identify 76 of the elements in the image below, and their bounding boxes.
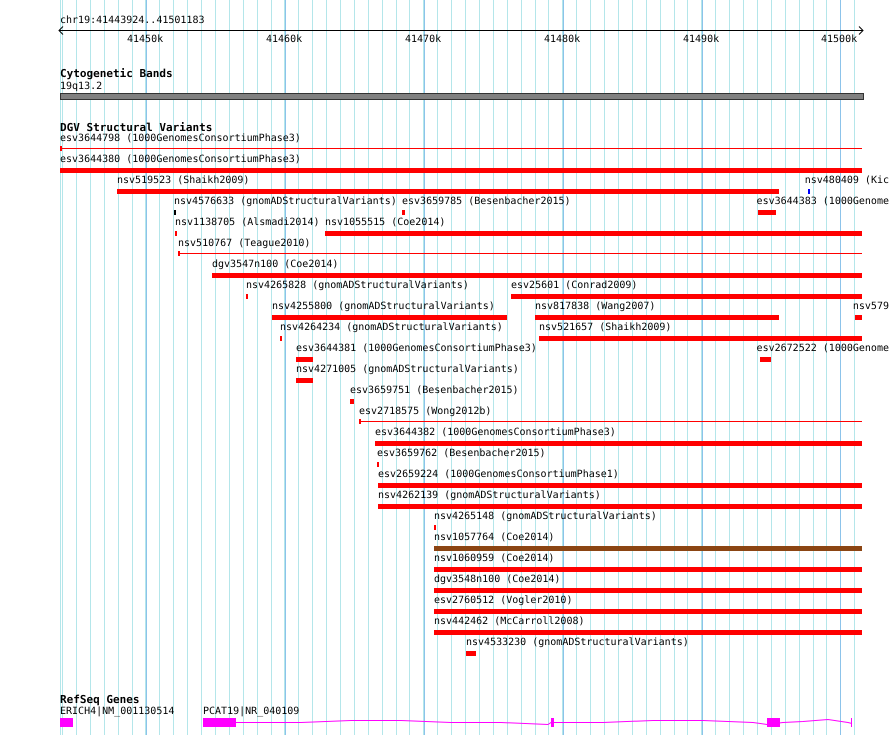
variant-label: nsv519523 (Shaikh2009) (117, 175, 250, 187)
variant-label: nsv4264234 (gnomADStructuralVariants) (280, 322, 503, 334)
variant-label: dgv3547n100 (Coe2014) (212, 259, 338, 271)
variant-bar[interactable] (402, 210, 405, 215)
variant-line[interactable] (359, 419, 862, 424)
variant-bar[interactable] (375, 441, 862, 446)
band-label: 19q13.2 (60, 81, 102, 93)
variant-label: nsv480409 (Kic (804, 175, 890, 187)
gene-label: PCAT19|NR_040109 (203, 706, 300, 718)
variant-bar[interactable] (855, 315, 862, 320)
variant-label: esv2718575 (Wong2012b) (359, 406, 492, 418)
variant-label: esv3644383 (1000Genome (756, 196, 889, 208)
ruler-tick-label: 41460k (266, 34, 302, 46)
track-title: Cytogenetic Bands (60, 68, 173, 80)
variant-bar[interactable] (511, 294, 862, 299)
variant-bar[interactable] (758, 210, 776, 215)
variant-bar[interactable] (434, 546, 862, 551)
variant-label: nsv1055515 (Coe2014) (325, 217, 446, 229)
variant-label: esv2760512 (Vogler2010) (434, 595, 572, 607)
variant-label: nsv4265148 (gnomADStructuralVariants) (434, 511, 657, 523)
variant-label: nsv817838 (Wang2007) (535, 301, 656, 313)
variant-label: nsv510767 (Teague2010) (178, 238, 310, 250)
track-title: RefSeq Genes (60, 694, 140, 706)
variant-bar[interactable] (350, 399, 354, 404)
location-label: chr19:41443924..41501183 (60, 15, 204, 27)
variant-bar[interactable] (272, 315, 507, 320)
ruler-tick-label: 41480k (544, 34, 580, 46)
gene-exon[interactable] (60, 718, 73, 727)
variant-label: esv3644382 (1000GenomesConsortiumPhase3) (375, 427, 616, 439)
variant-label: esv3659785 (Besenbacher2015) (402, 196, 571, 208)
ruler-tick-label: 41450k (127, 34, 164, 46)
variant-bar[interactable] (60, 168, 862, 173)
variant-label: esv25601 (Conrad2009) (511, 280, 638, 292)
variant-line[interactable] (178, 251, 862, 256)
variant-bar[interactable] (212, 273, 862, 278)
track-title: DGV Structural Variants (60, 122, 212, 134)
variant-bar[interactable] (466, 651, 476, 656)
variant-label: esv2659224 (1000GenomesConsortiumPhase1) (378, 469, 619, 481)
variant-label: nsv4576633 (gnomADStructuralVariants) (174, 196, 397, 208)
variant-label: esv3659762 (Besenbacher2015) (377, 448, 546, 460)
variant-bar[interactable] (296, 357, 313, 362)
variant-label: nsv521657 (Shaikh2009) (539, 322, 672, 334)
variant-line[interactable] (60, 146, 862, 151)
variant-label: nsv4255800 (gnomADStructuralVariants) (272, 301, 495, 313)
variant-label: nsv1138705 (Alsmadi2014) (175, 217, 320, 229)
variant-bar[interactable] (434, 630, 862, 635)
variant-label: esv2672522 (1000Genome (756, 343, 889, 355)
variant-label: dgv3548n100 (Coe2014) (434, 574, 560, 586)
ruler-tick-label: 41490k (683, 34, 720, 46)
variant-bar[interactable] (434, 609, 862, 614)
variant-bar[interactable] (325, 231, 862, 236)
variant-label: nsv1060959 (Coe2014) (434, 553, 554, 565)
variant-bar[interactable] (539, 336, 862, 341)
variant-label: esv3659751 (Besenbacher2015) (350, 385, 519, 397)
variant-bar[interactable] (296, 378, 313, 383)
variant-bar[interactable] (378, 483, 862, 488)
variant-bar[interactable] (434, 567, 862, 572)
variant-label: nsv4533230 (gnomADStructuralVariants) (466, 637, 689, 649)
ruler-tick-label: 41470k (405, 34, 442, 46)
variant-bar[interactable] (434, 588, 862, 593)
variant-label: nsv442462 (McCarroll2008) (434, 616, 585, 628)
variant-label: nsv4271005 (gnomADStructuralVariants) (296, 364, 519, 376)
variant-label: esv3644380 (1000GenomesConsortiumPhase3) (60, 154, 301, 166)
variant-label: esv3644381 (1000GenomesConsortiumPhase3) (296, 343, 537, 355)
gene-label: ERICH4|NM_001130514 (60, 706, 174, 718)
variant-label: nsv579 (852, 301, 889, 313)
variant-bar[interactable] (378, 504, 862, 509)
variant-label: esv3644798 (1000GenomesConsortiumPhase3) (60, 133, 301, 145)
variant-bar[interactable] (117, 189, 779, 194)
variant-bar[interactable] (760, 357, 771, 362)
ruler-tick-label: 41500k (821, 34, 858, 46)
variant-label: nsv4265828 (gnomADStructuralVariants) (246, 280, 469, 292)
variant-label: nsv1057764 (Coe2014) (434, 532, 554, 544)
chromosome-band[interactable] (60, 93, 864, 100)
variant-bar[interactable] (535, 315, 779, 320)
variant-label: nsv4262139 (gnomADStructuralVariants) (378, 490, 601, 502)
